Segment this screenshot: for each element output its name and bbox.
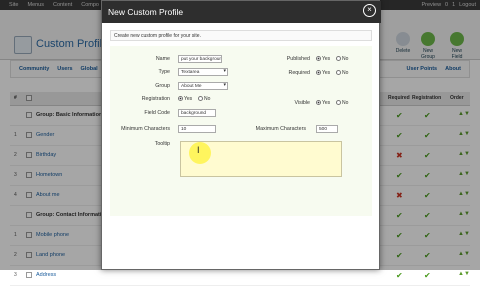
type-select[interactable]: Textarea <box>178 68 228 76</box>
row-number: 3 <box>14 272 17 278</box>
required-yes-radio[interactable]: Yes <box>316 70 330 76</box>
visible-label: Visible <box>294 100 310 106</box>
required-label: Required <box>288 70 311 76</box>
visible-no-radio[interactable]: No <box>336 100 348 106</box>
group-select[interactable]: About Me <box>178 82 228 90</box>
group-value: About Me <box>181 84 202 89</box>
published-no-radio[interactable]: No <box>336 56 348 62</box>
type-value: Textarea <box>181 70 200 75</box>
row-checkbox[interactable] <box>26 272 32 278</box>
registration-no-radio[interactable]: No <box>198 96 210 102</box>
name-label: Name <box>155 56 170 62</box>
required-status-icon[interactable]: ✔ <box>396 271 403 280</box>
name-field[interactable]: put your background <box>178 55 222 63</box>
max-chars-label: Maximum Characters <box>255 126 306 132</box>
new-custom-profile-dialog: New Custom Profile × Create new custom p… <box>101 0 381 270</box>
field-code-label: Field Code <box>144 110 170 116</box>
published-yes-radio[interactable]: Yes <box>316 56 330 62</box>
field-name-link[interactable]: Address <box>36 272 56 278</box>
text-cursor-icon: I <box>197 145 200 155</box>
registration-status-icon[interactable]: ✔ <box>424 271 431 280</box>
order-arrows-icon[interactable]: ▲▼ <box>458 271 470 277</box>
close-icon[interactable]: × <box>363 4 376 17</box>
group-label: Group <box>155 83 170 89</box>
max-chars-input[interactable]: 500 <box>316 125 338 133</box>
mouse-highlight <box>189 142 211 164</box>
tooltip-label: Tooltip <box>154 141 170 147</box>
min-chars-input[interactable]: 10 <box>178 125 216 133</box>
field-code-input[interactable]: background <box>178 109 216 117</box>
dialog-title: New Custom Profile <box>102 1 381 23</box>
min-chars-label: Minimum Characters <box>121 126 170 132</box>
registration-yes-radio[interactable]: Yes <box>178 96 192 102</box>
dialog-description: Create new custom profile for your site. <box>110 30 372 41</box>
published-label: Published <box>286 56 310 62</box>
registration-label: Registration <box>141 96 170 102</box>
visible-yes-radio[interactable]: Yes <box>316 100 330 106</box>
required-no-radio[interactable]: No <box>336 70 348 76</box>
form-panel: Name put your background Type Textarea G… <box>110 46 372 216</box>
type-label: Type <box>158 69 170 75</box>
